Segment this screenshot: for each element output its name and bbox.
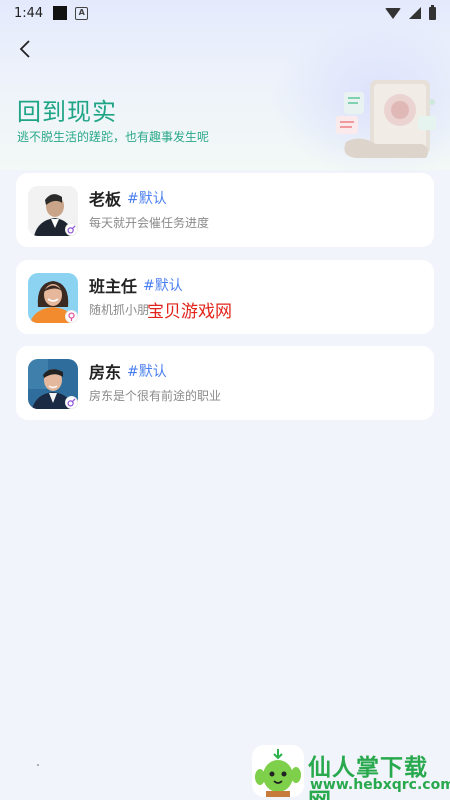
page-subtitle: 逃不脱生活的蹉跎，也有趣事发生呢 (17, 130, 210, 144)
battery-icon (429, 4, 436, 20)
role-card-boss[interactable]: 老板 #默认 每天就开会催任务进度 (16, 173, 434, 247)
male-gender-icon (65, 396, 78, 409)
footer-site-url: www.hebxqrc.com (310, 777, 450, 793)
scroll-illustration-icon (336, 80, 436, 158)
role-card-landlord[interactable]: 房东 #默认 房东是个很有前途的职业 (16, 346, 434, 420)
role-description: 房东是个很有前途的职业 (89, 389, 222, 403)
notification-square-icon (53, 6, 68, 20)
status-time: 1:44 (14, 5, 44, 21)
role-tag[interactable]: #默认 (127, 188, 167, 208)
female-gender-icon (65, 310, 78, 323)
role-tag[interactable]: #默认 (127, 361, 167, 381)
role-name: 房东 (89, 363, 122, 382)
status-icons (385, 4, 436, 20)
role-name: 老板 (89, 190, 122, 209)
role-description: 随机抓小朋 (89, 303, 150, 317)
status-bar: 1:44 A (0, 0, 450, 26)
role-description: 每天就开会催任务进度 (89, 216, 210, 230)
notification-a-icon: A (75, 6, 89, 20)
signal-icon (409, 7, 421, 19)
page-title: 回到现实 (17, 98, 117, 126)
watermark-text: 宝贝游戏网 (147, 302, 232, 322)
decorative-dot (37, 764, 39, 766)
wifi-icon (385, 7, 401, 19)
male-gender-icon (65, 223, 78, 236)
back-button[interactable] (12, 36, 38, 62)
role-tag[interactable]: #默认 (143, 275, 183, 295)
chevron-left-icon (19, 40, 30, 58)
cactus-logo-icon (252, 745, 304, 797)
role-name: 班主任 (89, 277, 138, 296)
